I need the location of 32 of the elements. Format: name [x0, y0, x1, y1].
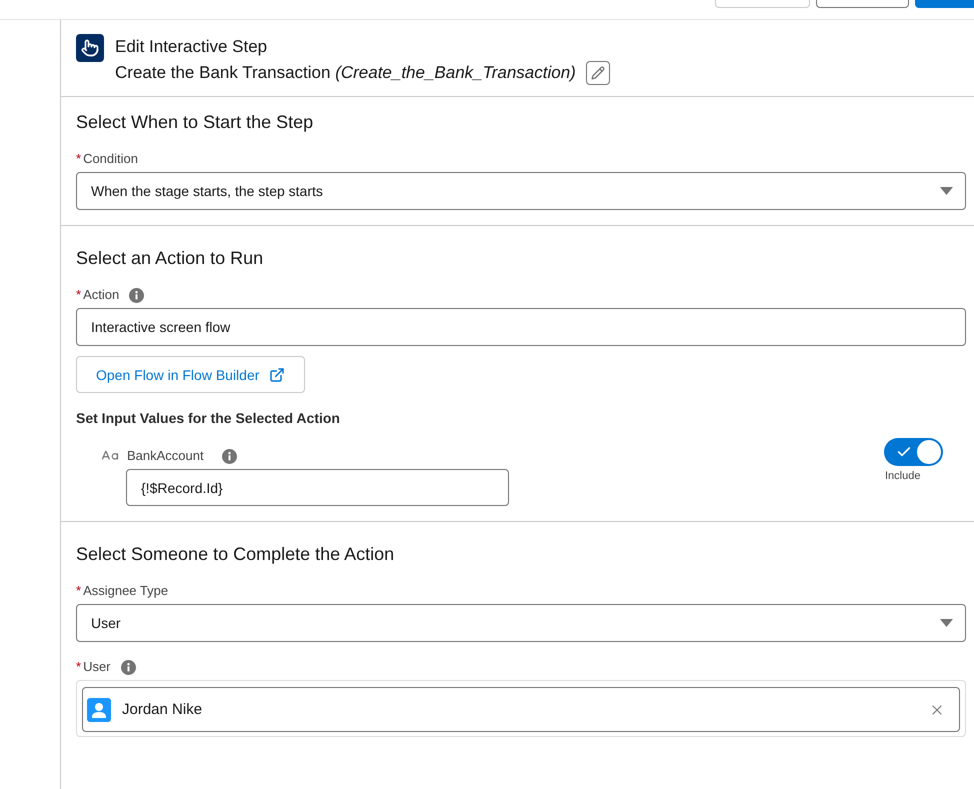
section-title: Select an Action to Run	[76, 247, 264, 270]
required-mark: *	[76, 286, 82, 304]
caret-down-icon	[940, 187, 953, 195]
required-mark: *	[76, 150, 82, 168]
toggle-label: Include	[885, 469, 920, 483]
dropdown-field[interactable]: User	[76, 604, 966, 642]
field-label: Action	[83, 286, 120, 304]
dropdown-field[interactable]: When the stage starts, the step starts	[76, 172, 966, 210]
hand-pointer-icon	[76, 34, 104, 62]
field-label: Condition	[83, 150, 138, 168]
required-mark: *	[76, 582, 82, 600]
selected-user-pill[interactable]: Jordan Nike	[82, 687, 960, 732]
text-field[interactable]: Interactive screen flow	[76, 308, 966, 346]
user-name: Jordan Nike	[122, 701, 202, 718]
field-label: User	[83, 658, 111, 676]
include-toggle[interactable]	[884, 438, 943, 466]
step-title: Edit Interactive Step	[115, 36, 268, 58]
subheading: Set Input Values for the Selected Action	[76, 409, 340, 428]
section-title: Select When to Start the Step	[76, 111, 314, 134]
text-field[interactable]: {!$Record.Id}	[126, 469, 509, 506]
external-link-icon	[269, 366, 286, 382]
lookup-field[interactable]: Jordan Nike	[76, 680, 966, 737]
section-title: Select Someone to Complete the Action	[76, 543, 394, 566]
edit-button[interactable]	[586, 61, 610, 85]
field-label: Assignee Type	[83, 582, 168, 600]
step-subtitle: Create the Bank Transaction (Create_the_Bank_Transaction)	[115, 62, 576, 84]
required-mark: *	[76, 658, 82, 676]
open-flow-button[interactable]: Open Flow in Flow Builder	[76, 356, 306, 393]
caret-down-icon	[940, 619, 953, 627]
pencil-icon	[590, 66, 605, 80]
parameter-label: BankAccount	[127, 447, 204, 465]
user-avatar-icon	[87, 698, 111, 722]
